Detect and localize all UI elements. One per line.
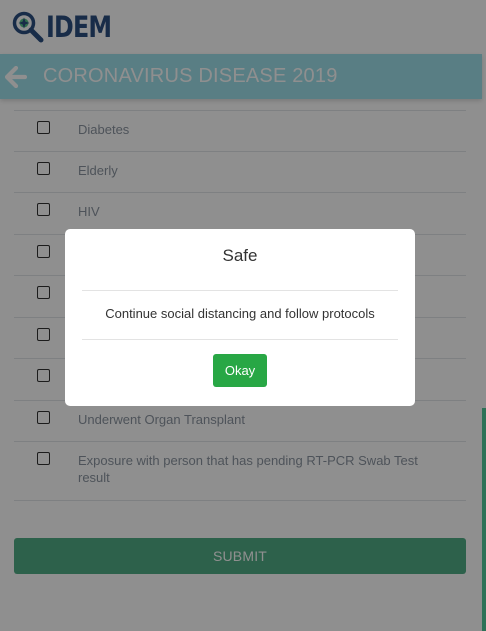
- result-dialog: Safe Continue social distancing and foll…: [65, 229, 415, 406]
- dialog-divider: [82, 290, 398, 291]
- dialog-title: Safe: [222, 246, 258, 265]
- dialog-message: Continue social distancing and follow pr…: [105, 306, 375, 321]
- okay-button[interactable]: Okay: [213, 354, 267, 387]
- dialog-divider: [82, 339, 398, 340]
